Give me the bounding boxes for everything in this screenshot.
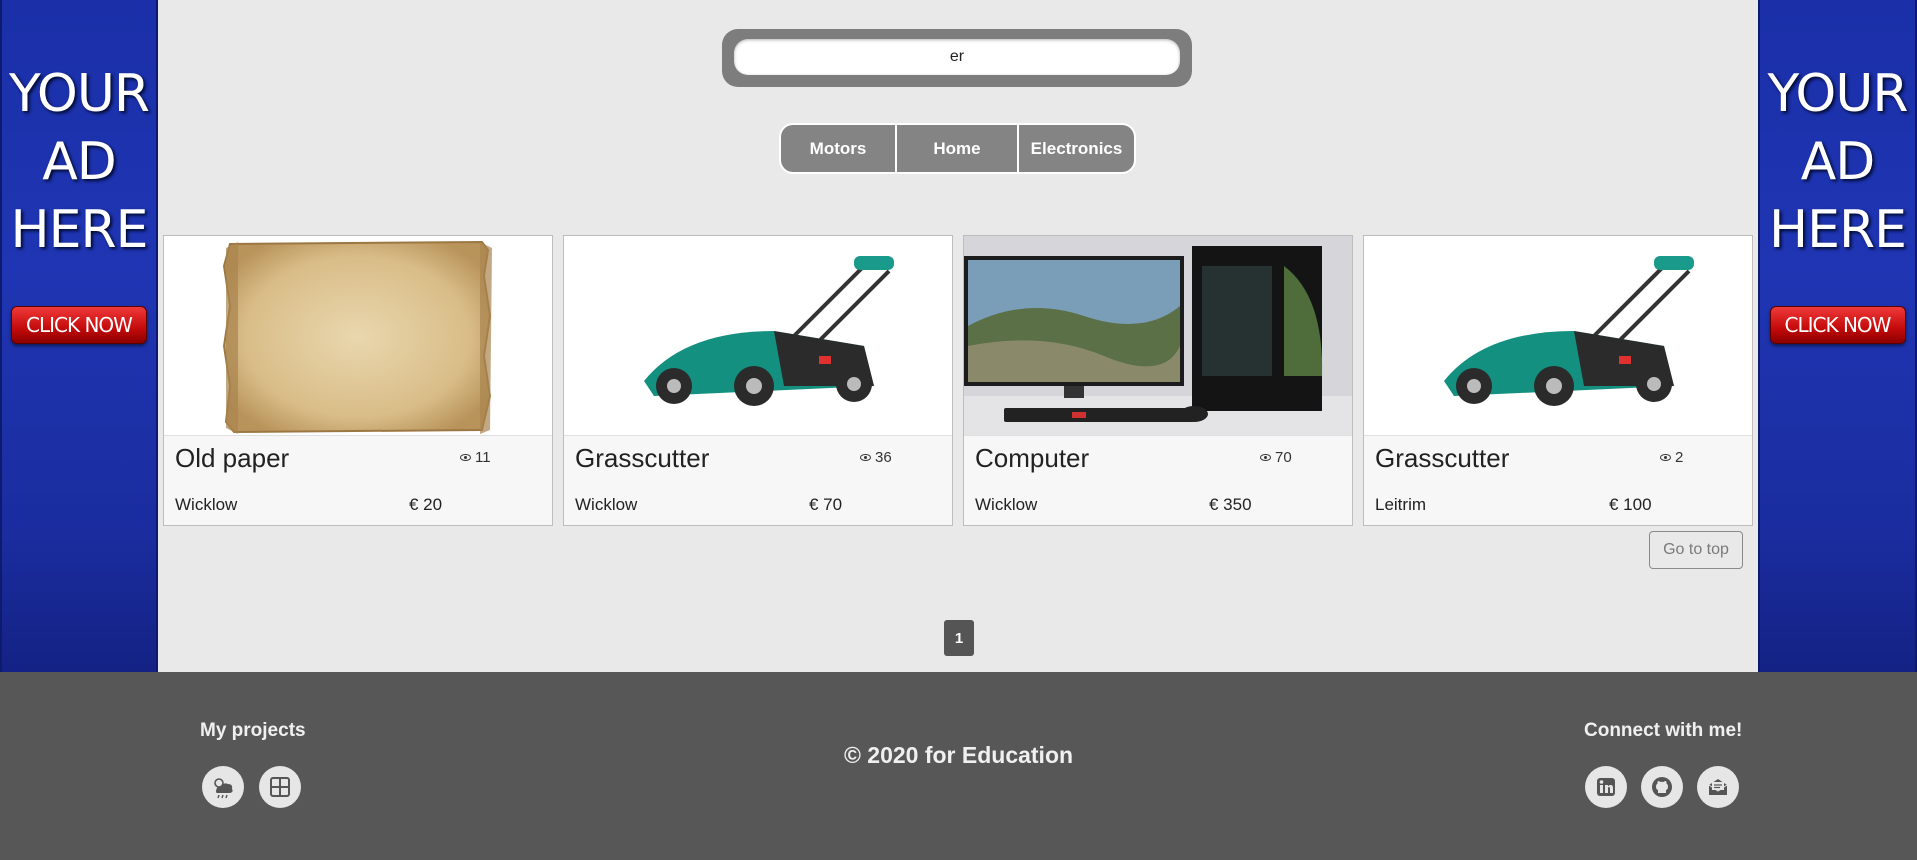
listing-grid: Old paper 11 Wicklow € 20 Grasscutter 36… [163,235,1753,526]
ad-headline: YOUR AD HERE [4,60,154,264]
listing-location: Leitrim [1375,495,1427,514]
mail-icon[interactable] [1697,766,1739,808]
listing-location: Wicklow [575,495,638,514]
listing-price: € 100 [1609,495,1652,514]
ad-click-now-button[interactable]: CLICK NOW [11,306,147,344]
listing-title[interactable]: Old paper [175,443,289,474]
grid-app-icon[interactable] [259,766,301,808]
category-electronics-button[interactable]: Electronics [1019,125,1134,172]
listing-image-lawn-mower[interactable] [1364,236,1752,436]
listing-price: € 70 [809,495,843,514]
ad-line: AD [42,132,117,192]
ad-line: AD [1800,132,1876,192]
eye-icon [1660,454,1671,461]
listing-views: 2 [1660,449,1683,466]
ad-headline: YOUR AD HERE [1763,60,1913,264]
listing-image-old-paper[interactable] [164,236,552,436]
listing-image-lawn-mower[interactable] [564,236,952,436]
eye-icon [460,454,471,461]
listing-title[interactable]: Grasscutter [575,443,709,474]
ad-line: YOUR [1767,64,1908,124]
listing-card[interactable]: Grasscutter 2 Leitrim € 100 [1363,235,1753,526]
ad-click-now-button[interactable]: CLICK NOW [1769,306,1906,344]
category-filter-group: Motors Home Electronics [779,123,1136,174]
eye-icon [860,454,871,461]
category-motors-button[interactable]: Motors [781,125,895,172]
view-count: 70 [1275,449,1292,466]
ad-line: HERE [10,200,149,260]
copyright-text: © 2020 for Education [843,742,1074,768]
github-icon[interactable] [1641,766,1683,808]
linkedin-icon[interactable] [1585,766,1627,808]
weather-icon[interactable] [202,766,244,808]
footer: My projects © 2020 for Education Connect… [0,672,1917,860]
eye-icon [1260,454,1271,461]
listing-location: Wicklow [175,495,238,514]
listing-title[interactable]: Grasscutter [1375,443,1509,474]
left-ad-banner[interactable]: YOUR AD HERE CLICK NOW [0,0,158,672]
listing-card[interactable]: Grasscutter 36 Wicklow € 70 [563,235,953,526]
view-count: 36 [875,449,892,466]
search-bar [722,29,1192,87]
listing-title[interactable]: Computer [975,443,1089,474]
connect-heading: Connect with me! [1584,720,1743,741]
listing-views: 11 [460,449,491,466]
pagination-page-button[interactable]: 1 [944,620,974,656]
search-input[interactable] [734,39,1180,75]
projects-heading: My projects [200,720,306,741]
view-count: 11 [475,449,491,466]
listing-views: 70 [1260,449,1292,466]
listing-image-computer[interactable] [964,236,1352,436]
go-to-top-button[interactable]: Go to top [1649,531,1743,569]
listing-card[interactable]: Computer 70 Wicklow € 350 [963,235,1353,526]
view-count: 2 [1675,449,1684,466]
right-ad-banner[interactable]: YOUR AD HERE CLICK NOW [1758,0,1917,672]
main-content: Motors Home Electronics [158,0,1758,672]
category-home-button[interactable]: Home [897,125,1017,172]
listing-views: 36 [860,449,892,466]
listing-price: € 350 [1209,495,1252,514]
listing-price: € 20 [409,495,443,514]
ad-line: HERE [1769,200,1907,260]
ad-line: YOUR [8,64,150,124]
listing-location: Wicklow [975,495,1038,514]
listing-card[interactable]: Old paper 11 Wicklow € 20 [163,235,553,526]
